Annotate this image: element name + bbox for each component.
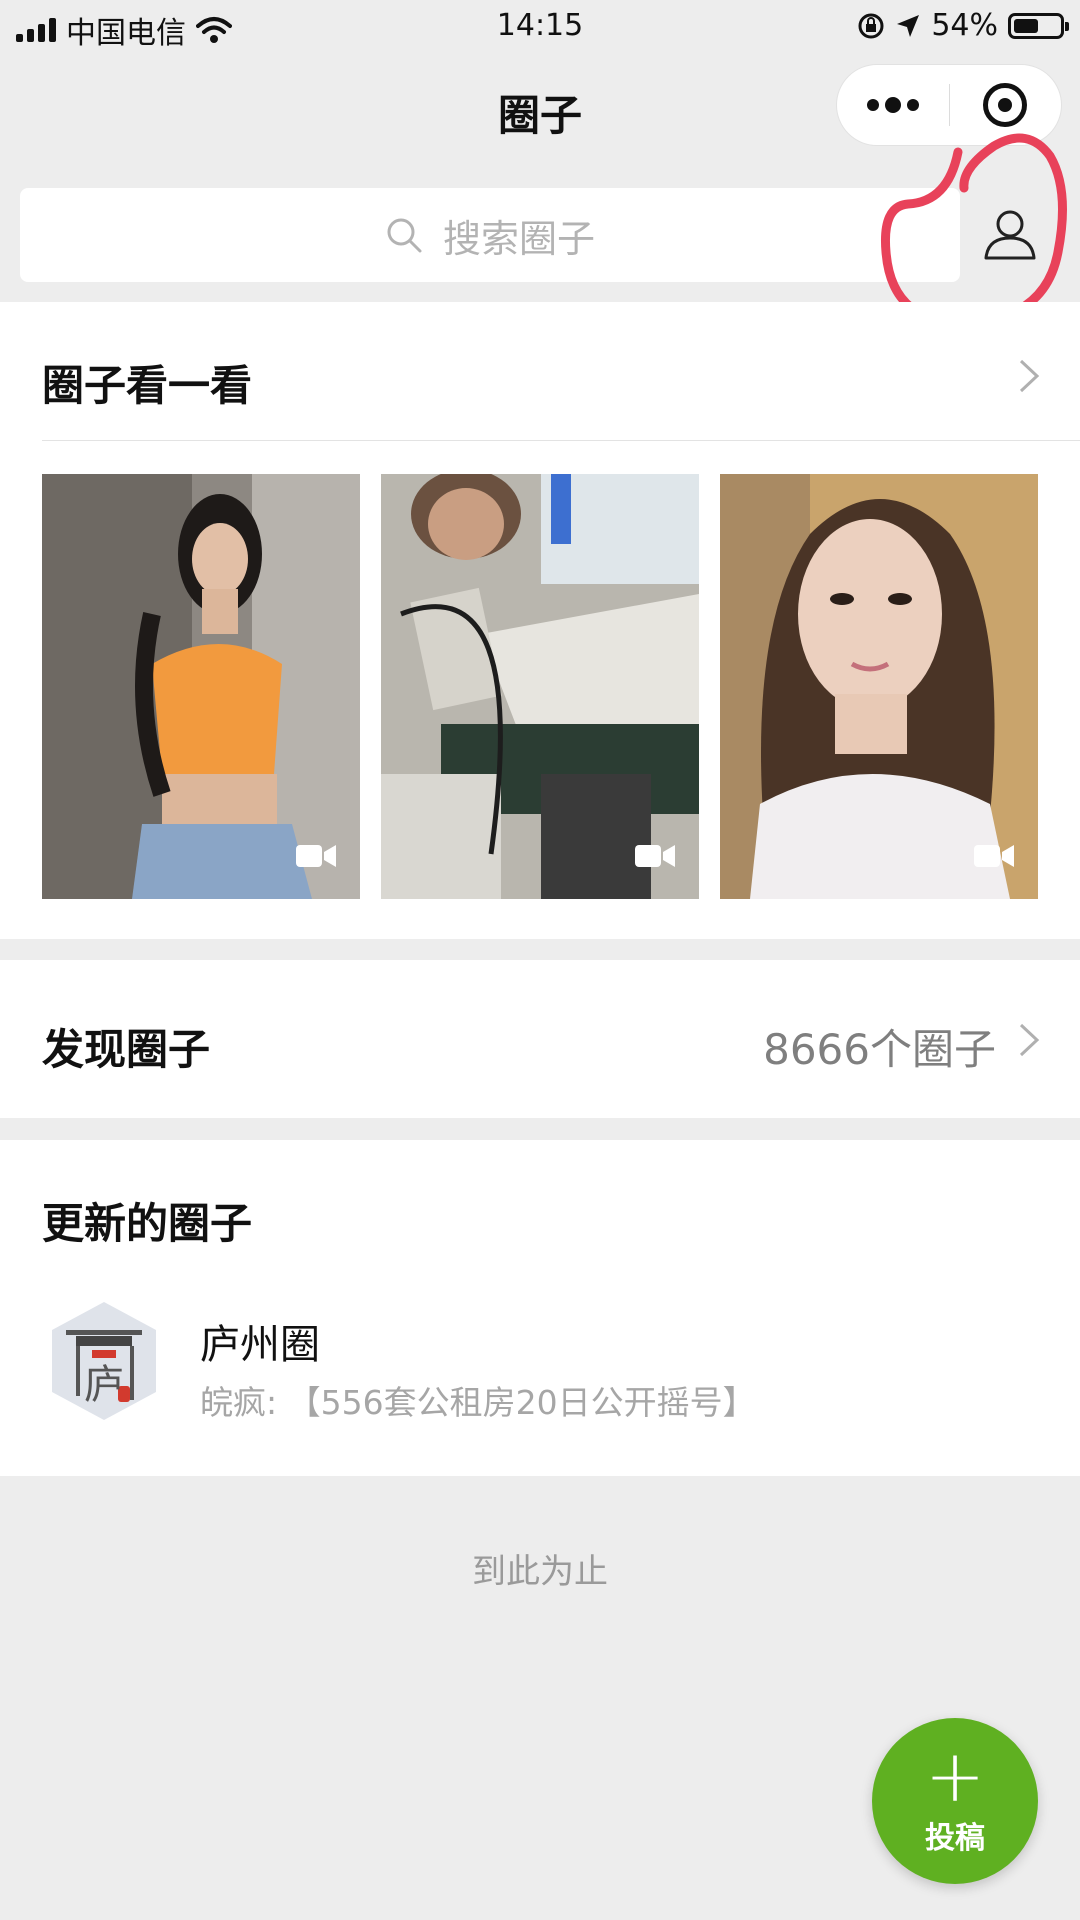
profile-icon[interactable] bbox=[980, 204, 1040, 264]
circle-count: 8666个圈子 bbox=[763, 1025, 996, 1074]
divider bbox=[42, 440, 1080, 441]
video-thumbnail-image bbox=[720, 474, 1038, 899]
video-thumbnail[interactable] bbox=[381, 474, 699, 899]
target-icon bbox=[983, 83, 1028, 127]
svg-text:庐: 庐 bbox=[84, 1362, 124, 1408]
video-camera-icon bbox=[974, 845, 1014, 867]
circle-latest-post: 皖疯: 【556套公租房20日公开摇号】 bbox=[200, 1383, 756, 1422]
location-arrow-icon bbox=[897, 14, 920, 37]
plus-icon: + bbox=[924, 1734, 986, 1818]
circle-avatar: 庐 bbox=[52, 1302, 156, 1420]
circle-name: 庐州圈 bbox=[200, 1322, 320, 1368]
status-bar: 中国电信 14:15 54% bbox=[0, 0, 1080, 52]
video-camera-icon bbox=[296, 845, 336, 867]
search-placeholder: 搜索圈子 bbox=[442, 216, 595, 261]
more-button[interactable] bbox=[837, 64, 949, 146]
battery-fill bbox=[1014, 18, 1038, 33]
search-row: 搜索圈子 bbox=[0, 168, 1080, 302]
video-thumbnail[interactable] bbox=[42, 474, 360, 899]
chevron-right-icon bbox=[1019, 1023, 1040, 1057]
video-camera-icon bbox=[635, 845, 675, 867]
updated-section-title: 更新的圈子 bbox=[42, 1199, 253, 1248]
video-thumbnail-image bbox=[42, 474, 360, 899]
search-input[interactable]: 搜索圈子 bbox=[20, 188, 960, 282]
look-section-title: 圈子看一看 bbox=[42, 361, 253, 410]
updated-section: 更新的圈子 庐 庐州圈 皖疯: 【556套公租房20日公开摇号】 bbox=[0, 1140, 1080, 1476]
video-thumbnail-image bbox=[381, 474, 699, 899]
nav-bar: 圈子 bbox=[0, 52, 1080, 168]
submit-post-button[interactable]: + 投稿 bbox=[872, 1718, 1038, 1884]
discover-section[interactable]: 发现圈子 8666个圈子 bbox=[0, 960, 1080, 1118]
orientation-lock-icon bbox=[858, 13, 884, 38]
more-icon bbox=[866, 97, 919, 113]
look-section: 圈子看一看 bbox=[0, 302, 1080, 939]
chevron-right-icon[interactable] bbox=[1018, 358, 1040, 394]
end-of-list-text: 到此为止 bbox=[472, 1552, 608, 1592]
status-right: 54% bbox=[857, 8, 1069, 43]
list-item[interactable]: 庐 庐州圈 皖疯: 【556套公租房20日公开摇号】 bbox=[0, 1300, 1080, 1450]
video-thumbnail[interactable] bbox=[720, 474, 1038, 899]
mini-program-capsule bbox=[836, 64, 1062, 146]
search-icon bbox=[387, 218, 422, 253]
discover-section-title: 发现圈子 bbox=[42, 1025, 211, 1074]
battery-icon bbox=[1008, 12, 1069, 39]
battery-percent: 54% bbox=[931, 8, 998, 43]
close-mini-program-button[interactable] bbox=[950, 64, 1062, 146]
submit-post-label: 投稿 bbox=[925, 1821, 985, 1856]
